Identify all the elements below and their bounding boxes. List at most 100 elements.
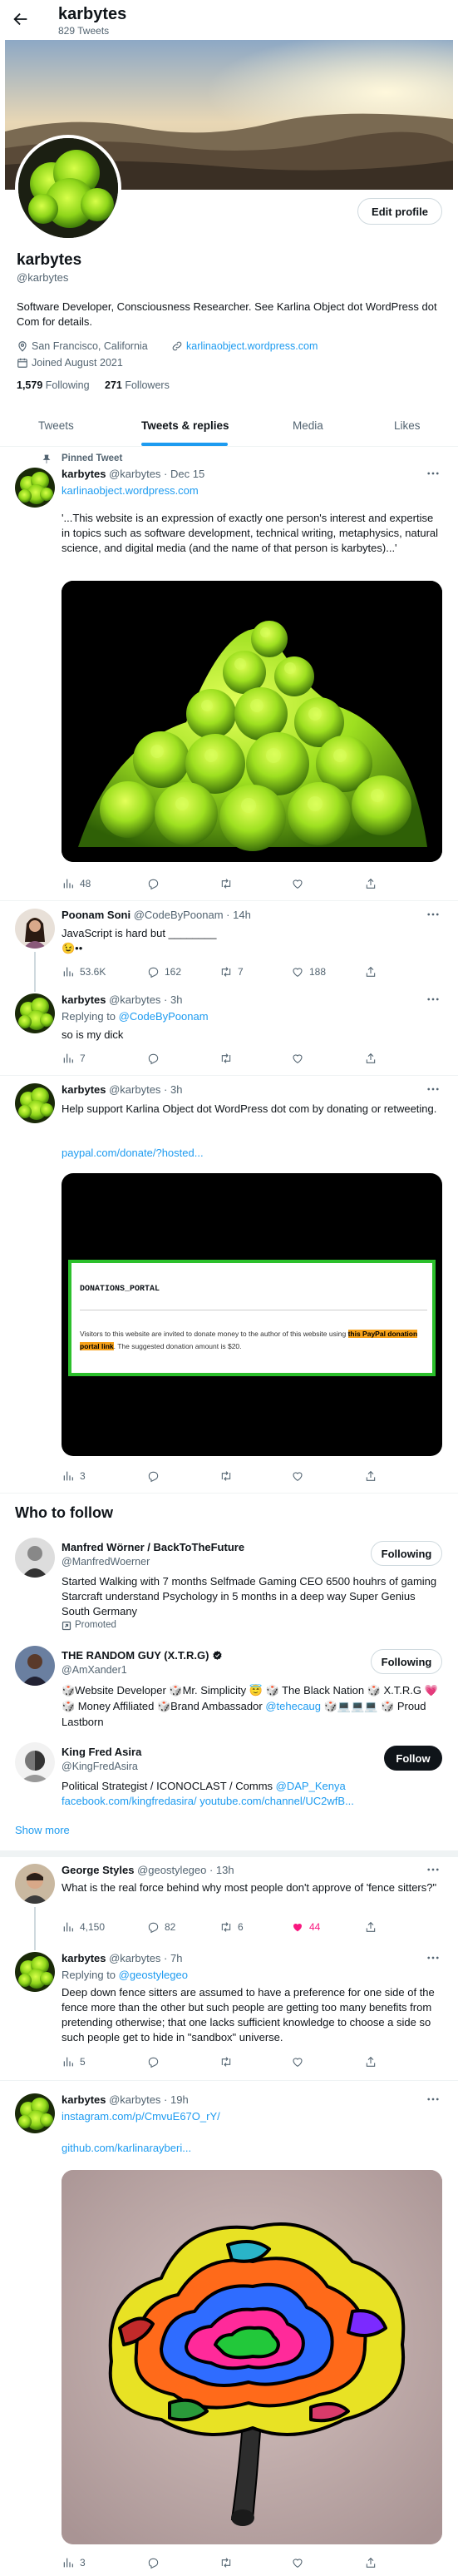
tab-likes[interactable]: Likes [394,419,421,432]
retweet-icon [219,2055,233,2068]
share-action[interactable] [364,965,377,978]
more-icon[interactable] [426,992,441,1007]
share-action[interactable] [364,1469,377,1483]
profile-avatar[interactable] [15,135,121,241]
views-icon [62,965,75,978]
tweet-author[interactable]: karbytes [62,2093,106,2106]
location-icon [17,340,28,352]
share-action[interactable] [364,877,377,890]
avatar[interactable] [15,993,55,1033]
like-action[interactable]: 188 [291,965,326,978]
views-action[interactable]: 4,150 [62,1920,105,1934]
like-action[interactable]: 44 [291,1920,320,1934]
avatar[interactable] [15,468,55,508]
like-action[interactable] [291,1469,304,1483]
profile-name: karbytes [17,251,82,269]
reply-action[interactable] [146,2055,160,2068]
avatar[interactable] [15,1646,55,1686]
views-count: 48 [80,878,91,889]
retweet-action[interactable]: 7 [219,965,244,978]
retweet-action[interactable]: 6 [219,1920,244,1934]
suggested-user-name[interactable]: Manfred Wörner / BackToTheFuture [62,1541,244,1553]
like-icon [291,1469,304,1483]
like-action[interactable] [291,2556,304,2569]
more-icon[interactable] [426,2092,441,2107]
tweet-author[interactable]: Poonam Soni [62,909,131,921]
link-icon [171,340,183,352]
bio-mention[interactable]: @tehecaug [265,1700,321,1712]
tweet-author[interactable]: karbytes [62,993,106,1006]
views-action[interactable]: 5 [62,2055,86,2068]
tweet-image-romanesco[interactable] [62,581,442,862]
tweet-author[interactable]: karbytes [62,1083,106,1096]
profile-handle: @karbytes [17,271,69,284]
pinned-label: Pinned Tweet [62,453,123,463]
following-button[interactable]: Following [371,1649,442,1674]
tab-tweets-replies[interactable]: Tweets & replies [141,419,229,432]
more-icon[interactable] [426,1950,441,1965]
avatar[interactable] [15,1742,55,1782]
share-icon [364,2556,377,2569]
views-action[interactable]: 48 [62,877,91,890]
tab-tweets[interactable]: Tweets [38,419,74,432]
following-button[interactable]: Following [371,1541,442,1566]
share-action[interactable] [364,2556,377,2569]
more-icon[interactable] [426,466,441,481]
reply-action[interactable]: 162 [146,965,181,978]
more-icon[interactable] [426,1082,441,1097]
reply-action[interactable] [146,2556,160,2569]
share-action[interactable] [364,2055,377,2068]
more-icon[interactable] [426,1862,441,1877]
edit-profile-button[interactable]: Edit profile [357,198,442,225]
tweet-link[interactable]: instagram.com/p/CmvuE67O_rY/ [62,2110,220,2123]
header-name: karbytes [58,5,127,23]
tweet-link[interactable]: github.com/karlinarayberi... [62,2142,191,2154]
retweet-action[interactable] [219,2055,233,2068]
reply-action[interactable] [146,1052,160,1065]
retweet-action[interactable] [219,877,233,890]
followers-stat[interactable]: 271 Followers [105,379,170,391]
followers-count: 271 [105,379,122,391]
views-action[interactable]: 53.6K [62,965,106,978]
tweet-link[interactable]: paypal.com/donate/?hosted... [62,1147,204,1159]
tweet-link[interactable]: karlinaobject.wordpress.com [62,484,199,497]
suggested-user-name[interactable]: THE RANDOM GUY (X.T.R.G) [62,1649,223,1662]
replying-handle[interactable]: @geostylegeo [119,1969,188,1981]
reply-action[interactable]: 82 [146,1920,175,1934]
retweet-action[interactable] [219,1052,233,1065]
retweet-action[interactable] [219,1469,233,1483]
follow-button[interactable]: Follow [384,1746,442,1771]
like-action[interactable] [291,1052,304,1065]
like-action[interactable] [291,877,304,890]
avatar[interactable] [15,1538,55,1578]
like-icon [291,877,304,890]
retweet-action[interactable] [219,2556,233,2569]
tab-media[interactable]: Media [293,419,323,432]
share-action[interactable] [364,1052,377,1065]
show-more-link[interactable]: Show more [15,1824,70,1836]
avatar[interactable] [15,1864,55,1904]
avatar[interactable] [15,909,55,949]
avatar[interactable] [15,1083,55,1123]
like-action[interactable] [291,2055,304,2068]
reply-icon [146,2055,160,2068]
avatar[interactable] [15,2093,55,2133]
back-arrow-icon[interactable] [12,10,30,28]
avatar[interactable] [15,1952,55,1992]
views-action[interactable]: 3 [62,1469,86,1483]
profile-website[interactable]: karlinaobject.wordpress.com [186,340,318,352]
reply-action[interactable] [146,877,160,890]
following-stat[interactable]: 1,579 Following [17,379,90,391]
tweet-author[interactable]: karbytes [62,1952,106,1964]
tweet-image-donation-portal[interactable]: DONATIONS_PORTAL Visitors to this websit… [62,1173,442,1456]
tweet-author[interactable]: karbytes [62,468,106,480]
more-icon[interactable] [426,907,441,922]
views-action[interactable]: 7 [62,1052,86,1065]
replying-handle[interactable]: @CodeByPoonam [119,1010,209,1023]
tweet-image-psychedelic-tree[interactable] [62,2170,442,2544]
reply-action[interactable] [146,1469,160,1483]
views-action[interactable]: 3 [62,2556,86,2569]
suggested-user-name[interactable]: King Fred Asira [62,1746,141,1758]
share-action[interactable] [364,1920,377,1934]
tweet-author[interactable]: George Styles [62,1864,134,1876]
